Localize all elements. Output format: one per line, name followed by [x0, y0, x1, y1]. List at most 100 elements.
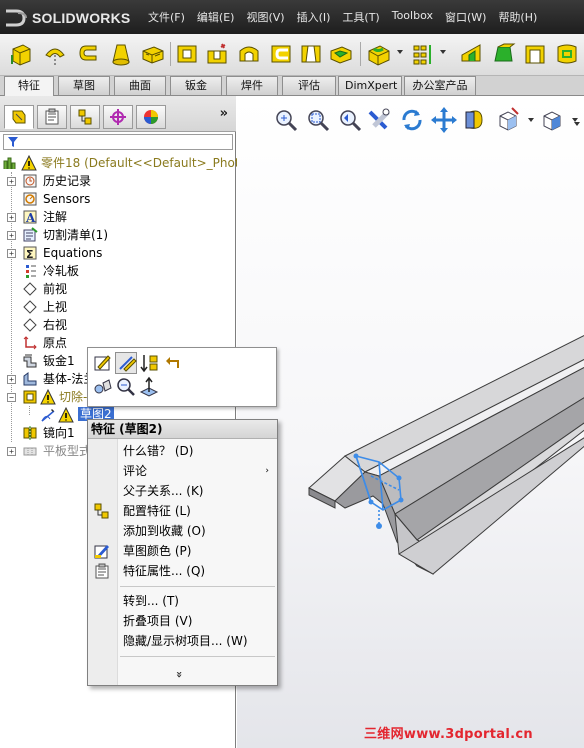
tree-item-annotations[interactable]: + A 注解 — [0, 208, 236, 226]
cut-feature-icon — [22, 389, 38, 405]
tree-item-equations[interactable]: + Σ Equations — [0, 244, 236, 262]
revolved-boss-icon[interactable] — [42, 41, 68, 67]
menu-item-add-to-favorites[interactable]: 添加到收藏 (O) — [88, 521, 277, 541]
tree-item-label: 上视 — [43, 300, 68, 314]
revolved-cut-icon[interactable] — [236, 41, 262, 67]
display-style-icon[interactable] — [462, 106, 490, 134]
tree-item-top-plane[interactable]: 上视 — [0, 298, 236, 316]
more-tabs-chevron-icon[interactable]: » — [220, 106, 228, 121]
display-manager-tab[interactable] — [136, 105, 166, 129]
property-manager-tab[interactable] — [37, 105, 67, 129]
boundary-cut-icon[interactable] — [328, 41, 354, 67]
view-cube-icon[interactable] — [538, 106, 566, 134]
zoom-to-area-icon[interactable] — [304, 106, 332, 134]
menu-view[interactable]: 视图(V) — [246, 9, 284, 25]
tree-filter-input[interactable] — [3, 134, 233, 150]
menu-item-collapse-items[interactable]: 折叠项目 (V) — [88, 611, 277, 631]
swept-cut-icon[interactable] — [268, 41, 294, 67]
tab-features[interactable]: 特征 — [4, 76, 54, 96]
menu-item-configure-feature[interactable]: 配置特征 (L) — [88, 501, 277, 521]
pan-view-icon[interactable] — [430, 106, 458, 134]
sheet-metal-model[interactable] — [237, 96, 584, 748]
normal-to-icon[interactable] — [138, 376, 160, 398]
swept-boss-icon[interactable] — [76, 41, 102, 67]
feature-manager-tab[interactable] — [4, 105, 34, 129]
extruded-cut-icon[interactable] — [174, 41, 200, 67]
tree-item-front-plane[interactable]: 前视 — [0, 280, 236, 298]
expand-menu-chevron-icon[interactable]: » — [173, 671, 186, 678]
context-menu-title: 特征 (草图2) — [88, 420, 277, 439]
tab-office-products[interactable]: 办公室产品 — [404, 76, 476, 95]
menu-item-feature-properties[interactable]: 特征属性... (Q) — [88, 561, 277, 581]
section-view-icon[interactable] — [366, 106, 394, 134]
tree-item-cut-list[interactable]: + 切割清单(1) — [0, 226, 236, 244]
rotate-view-icon[interactable] — [398, 106, 426, 134]
extruded-boss-icon[interactable] — [8, 41, 34, 67]
edit-sketch-icon[interactable] — [92, 352, 114, 374]
submenu-arrow-icon: › — [265, 466, 269, 476]
fillet-icon[interactable] — [366, 41, 392, 67]
menu-item-hide-show-tree-items[interactable]: 隐藏/显示树项目... (W) — [88, 631, 277, 651]
tab-sheet-metal[interactable]: 钣金 — [170, 76, 222, 95]
menu-toolbox[interactable]: Toolbox — [392, 9, 433, 25]
origin-icon — [22, 335, 38, 351]
warning-icon — [21, 154, 37, 171]
menu-help[interactable]: 帮助(H) — [498, 9, 537, 25]
menu-window[interactable]: 窗口(W) — [445, 9, 486, 25]
draft-icon[interactable] — [490, 41, 516, 67]
hole-wizard-icon[interactable] — [204, 41, 230, 67]
graphics-area[interactable] — [237, 96, 584, 748]
menu-item-sketch-color[interactable]: 草图颜色 (P) — [88, 541, 277, 561]
tree-item-history[interactable]: + 历史记录 — [0, 172, 236, 190]
view-orientation-icon[interactable] — [494, 106, 522, 134]
menu-file[interactable]: 文件(F) — [148, 9, 185, 25]
tab-surfaces[interactable]: 曲面 — [114, 76, 166, 95]
edit-feature-icon[interactable] — [115, 352, 137, 374]
tree-item-label: 镜向1 — [43, 426, 75, 440]
history-icon — [22, 173, 38, 189]
rib-icon[interactable] — [458, 41, 484, 67]
rollback-icon[interactable] — [138, 352, 160, 374]
configuration-manager-tab[interactable] — [70, 105, 100, 129]
lofted-cut-icon[interactable] — [298, 41, 324, 67]
expand-toggle[interactable]: + — [7, 375, 16, 384]
collapse-toggle[interactable]: − — [7, 393, 16, 402]
expand-toggle[interactable]: + — [7, 249, 16, 258]
tab-evaluate[interactable]: 评估 — [282, 76, 336, 95]
tree-item-sensors[interactable]: Sensors — [0, 190, 236, 208]
wrap-icon[interactable] — [554, 41, 580, 67]
menu-item-comment[interactable]: 评论 › — [88, 461, 277, 481]
expand-toggle[interactable]: + — [7, 447, 16, 456]
tab-dimxpert[interactable]: DimXpert — [338, 76, 402, 95]
expand-toggle[interactable]: + — [7, 231, 16, 240]
menu-item-whats-wrong[interactable]: 什么错？ (D) — [88, 441, 277, 461]
tab-sketch[interactable]: 草图 — [58, 76, 110, 95]
shell-icon[interactable] — [522, 41, 548, 67]
tree-root-part[interactable]: 零件18 (Default<<Default>_Phote — [0, 154, 247, 172]
menu-item-label: 配置特征 (L) — [123, 504, 191, 518]
solidworks-logo[interactable]: SOLIDWORKS — [4, 6, 136, 30]
boundary-boss-icon[interactable] — [140, 41, 166, 67]
menu-item-go-to[interactable]: 转到... (T) — [88, 591, 277, 611]
menu-edit[interactable]: 编辑(E) — [197, 9, 235, 25]
menu-insert[interactable]: 插入(I) — [297, 9, 331, 25]
tree-item-label: 原点 — [43, 336, 68, 350]
menu-tools[interactable]: 工具(T) — [342, 9, 379, 25]
expand-toggle[interactable]: + — [7, 213, 16, 222]
undo-arrow-icon[interactable] — [162, 352, 184, 374]
previous-view-icon[interactable] — [336, 106, 364, 134]
menu-item-label: 特征属性... (Q) — [123, 564, 206, 578]
lofted-boss-icon[interactable] — [108, 41, 134, 67]
expand-toggle[interactable]: + — [7, 177, 16, 186]
menu-item-parent-child[interactable]: 父子关系... (K) — [88, 481, 277, 501]
plane-icon — [22, 317, 38, 333]
filter-icon — [8, 137, 18, 147]
zoom-to-fit-icon[interactable] — [272, 106, 300, 134]
linear-pattern-icon[interactable] — [410, 41, 436, 67]
tree-item-material[interactable]: 冷轧板 — [0, 262, 236, 280]
tab-weldments[interactable]: 焊件 — [226, 76, 278, 95]
tree-item-right-plane[interactable]: 右视 — [0, 316, 236, 334]
zoom-to-selection-icon[interactable] — [115, 376, 137, 398]
dimxpert-manager-tab[interactable] — [103, 105, 133, 129]
hide-show-icon[interactable] — [92, 376, 114, 398]
